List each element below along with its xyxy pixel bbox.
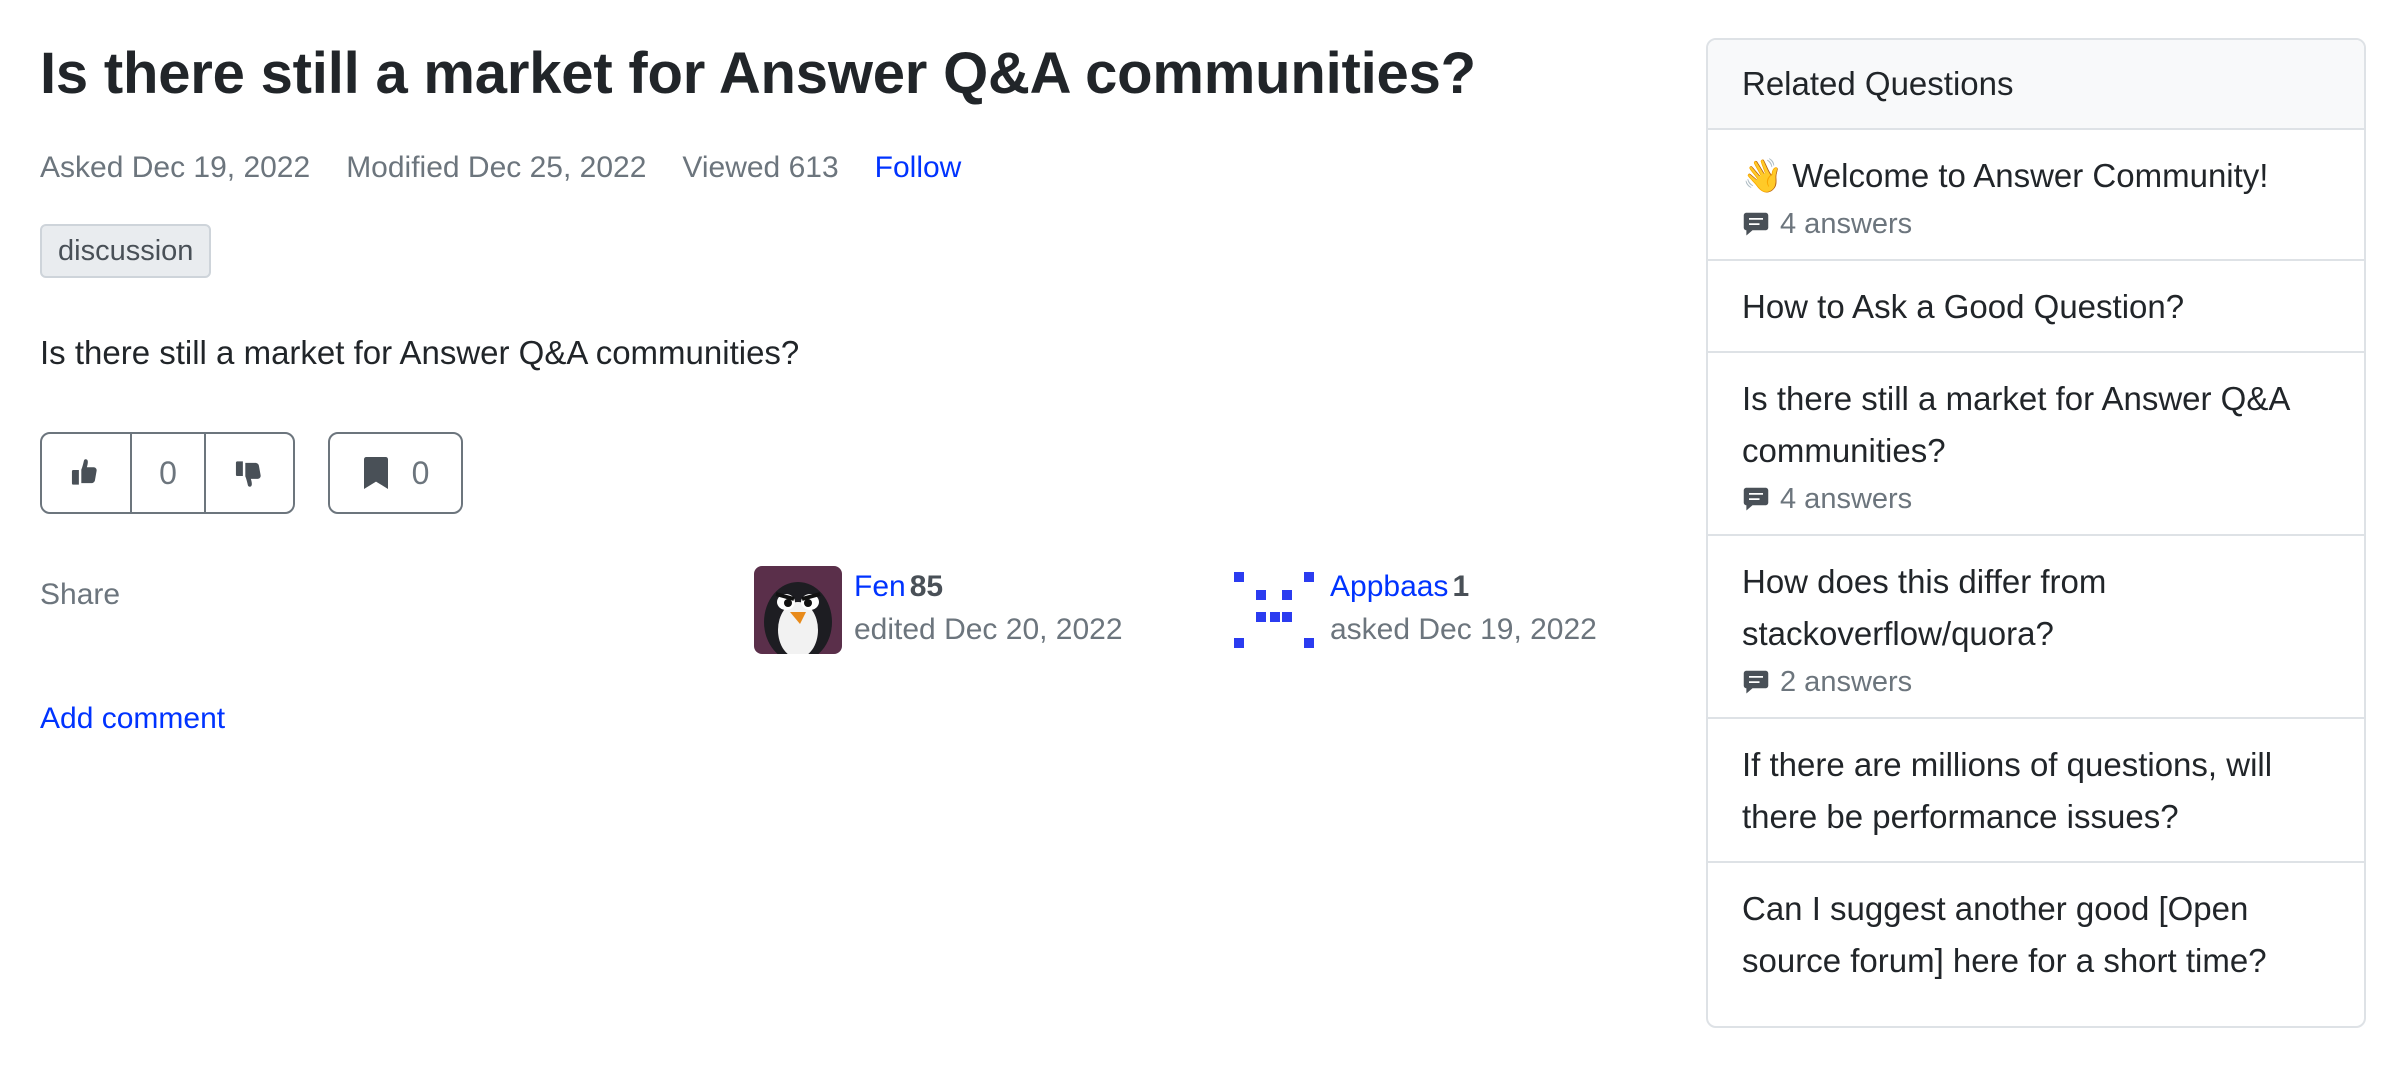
add-comment-link[interactable]: Add comment bbox=[40, 702, 225, 736]
thumbs-down-icon bbox=[235, 461, 261, 487]
question-body: Is there still a market for Answer Q&A c… bbox=[40, 334, 800, 371]
answer-count: 4 answers bbox=[1742, 483, 2330, 516]
editor-name[interactable]: Fen bbox=[854, 570, 906, 603]
related-question-title[interactable]: How does this differ from stackoverflow/… bbox=[1742, 556, 2330, 660]
answer-count: 2 answers bbox=[1742, 666, 2330, 699]
editor-reputation: 85 bbox=[909, 570, 944, 603]
related-questions-header: Related Questions bbox=[1708, 40, 2364, 130]
asker-reputation: 1 bbox=[1452, 570, 1470, 603]
related-question-item[interactable]: Can I suggest another good [Open source … bbox=[1708, 863, 2364, 1005]
related-question-title[interactable]: How to Ask a Good Question? bbox=[1742, 281, 2330, 333]
comment-icon bbox=[1743, 670, 1769, 693]
avatar-fen[interactable] bbox=[754, 566, 842, 654]
asker-info: Appbaas 1 asked Dec 19, 2022 bbox=[1330, 566, 1597, 652]
bookmark-count: 0 bbox=[411, 454, 430, 491]
bookmark-button[interactable]: 0 bbox=[328, 432, 463, 514]
downvote-button[interactable] bbox=[206, 434, 293, 512]
related-question-title[interactable]: 👋 Welcome to Answer Community! bbox=[1742, 150, 2330, 202]
upvote-button[interactable] bbox=[42, 434, 132, 512]
tag-discussion[interactable]: discussion bbox=[40, 224, 212, 278]
editor-info: Fen 85 edited Dec 20, 2022 bbox=[854, 566, 1123, 652]
related-question-title[interactable]: Is there still a market for Answer Q&A c… bbox=[1742, 373, 2330, 477]
comment-icon bbox=[1743, 487, 1769, 510]
vote-count: 0 bbox=[132, 434, 206, 512]
related-question-title[interactable]: Can I suggest another good [Open source … bbox=[1742, 883, 2330, 987]
related-question-item[interactable]: 👋 Welcome to Answer Community! 4 answers bbox=[1708, 130, 2364, 261]
avatar-appbaas[interactable] bbox=[1230, 566, 1318, 654]
question-title: Is there still a market for Answer Q&A c… bbox=[40, 41, 1476, 106]
modified-date: Modified Dec 25, 2022 bbox=[346, 151, 647, 184]
related-question-item[interactable]: If there are millions of questions, will… bbox=[1708, 719, 2364, 863]
penguin-avatar-icon bbox=[754, 566, 842, 654]
related-questions-panel: Related Questions 👋 Welcome to Answer Co… bbox=[1706, 38, 2366, 1028]
vote-group: 0 bbox=[40, 432, 295, 514]
view-count: Viewed 613 bbox=[682, 151, 839, 184]
related-question-item[interactable]: How to Ask a Good Question? bbox=[1708, 261, 2364, 353]
asker-name[interactable]: Appbaas bbox=[1330, 570, 1448, 603]
follow-link[interactable]: Follow bbox=[875, 151, 962, 185]
question-meta: Asked Dec 19, 2022 Modified Dec 25, 2022… bbox=[40, 150, 961, 186]
asked-date-card: asked Dec 19, 2022 bbox=[1330, 613, 1597, 646]
pixel-identicon-icon bbox=[1230, 566, 1318, 654]
answer-count: 4 answers bbox=[1742, 208, 2330, 241]
edited-date: edited Dec 20, 2022 bbox=[854, 613, 1123, 646]
related-question-item[interactable]: Is there still a market for Answer Q&A c… bbox=[1708, 353, 2364, 536]
editor-card: Fen 85 edited Dec 20, 2022 bbox=[754, 566, 1123, 654]
related-question-title[interactable]: If there are millions of questions, will… bbox=[1742, 739, 2330, 843]
bookmark-icon bbox=[363, 457, 388, 489]
comment-icon bbox=[1743, 212, 1769, 235]
share-button[interactable]: Share bbox=[40, 578, 120, 612]
thumbs-up-icon bbox=[71, 459, 97, 485]
related-question-item[interactable]: How does this differ from stackoverflow/… bbox=[1708, 536, 2364, 719]
asked-date: Asked Dec 19, 2022 bbox=[40, 151, 311, 184]
asker-card: Appbaas 1 asked Dec 19, 2022 bbox=[1230, 566, 1597, 654]
